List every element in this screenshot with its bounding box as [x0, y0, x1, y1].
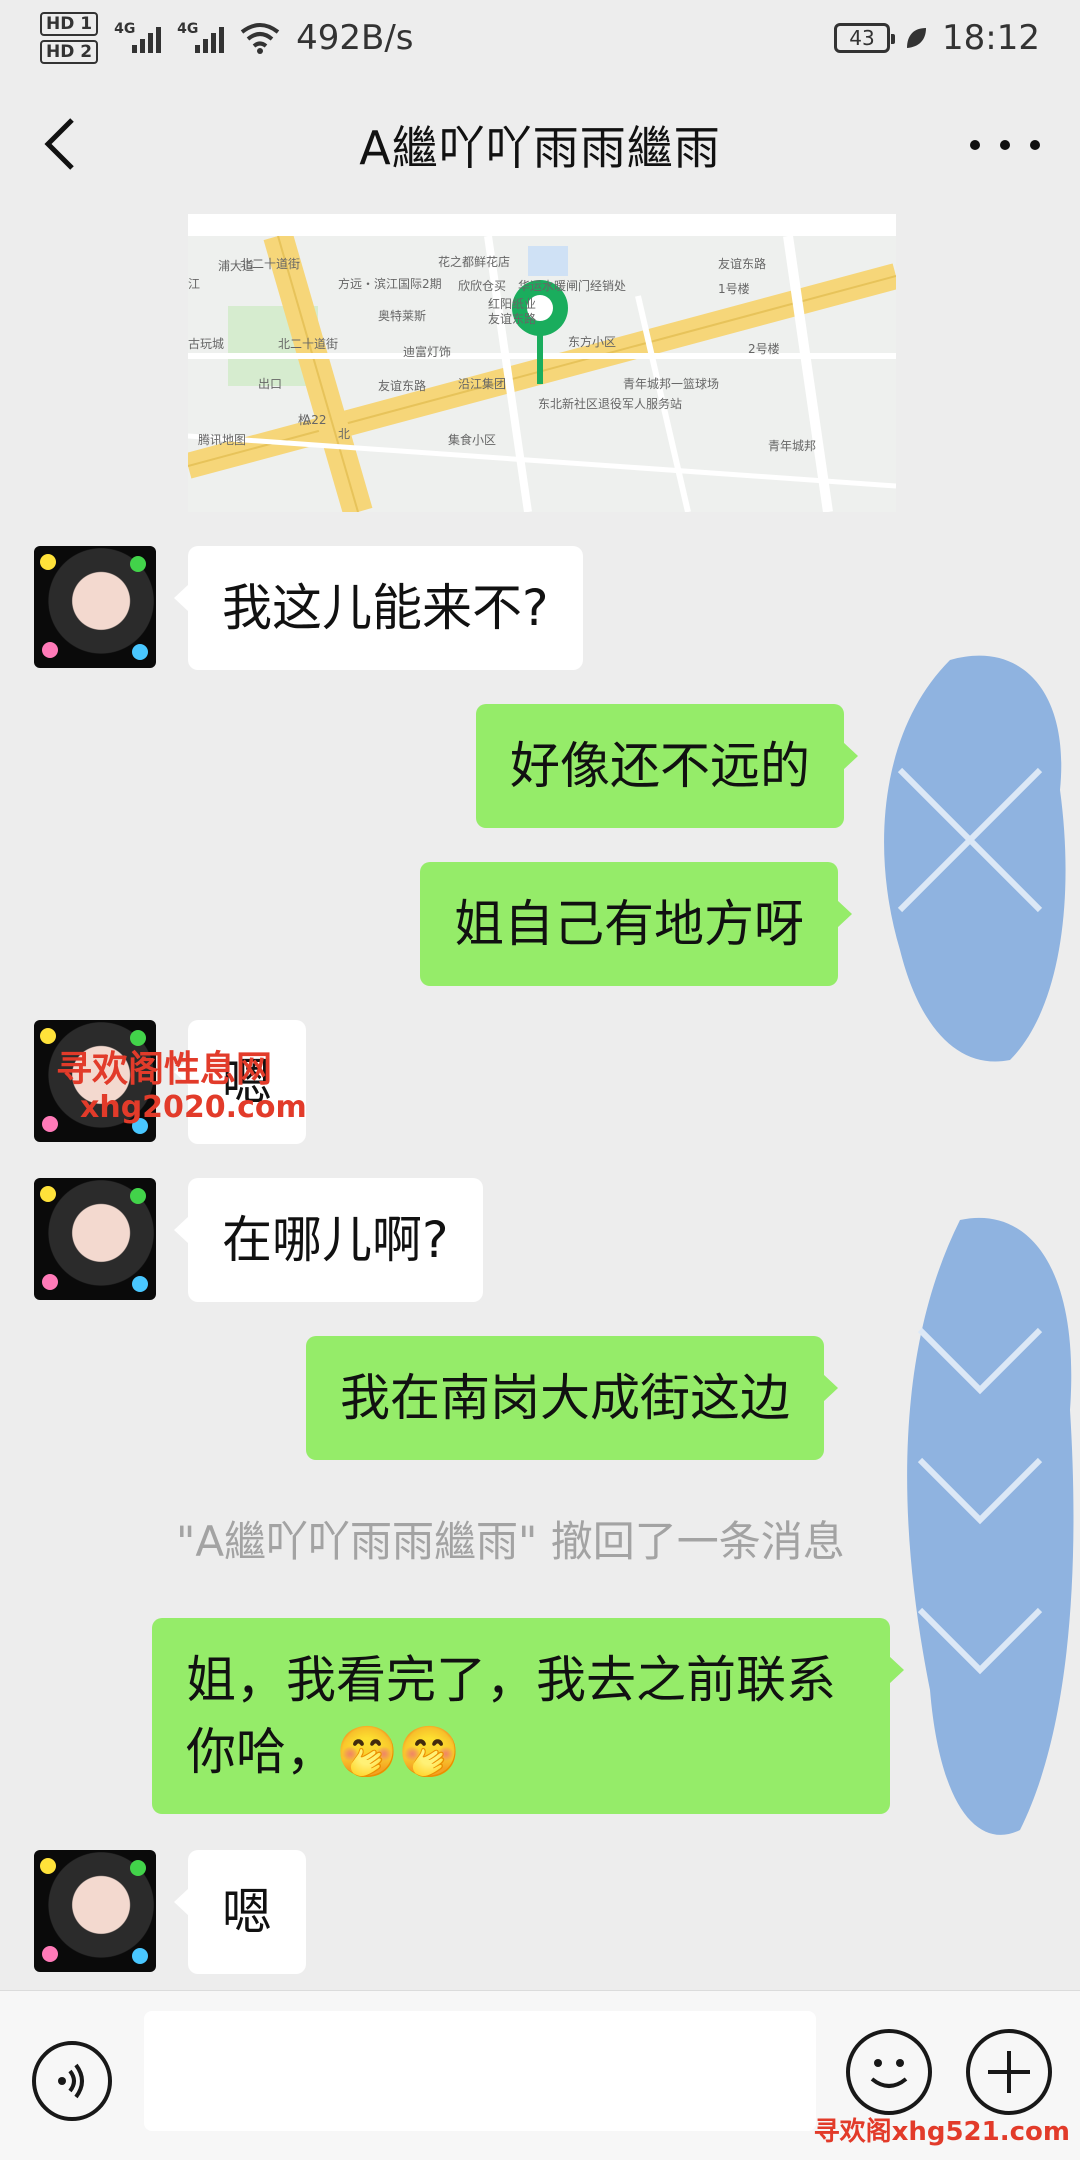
hd-indicators: HD 1 HD 2: [40, 12, 99, 64]
more-options-button[interactable]: [970, 120, 1040, 170]
map-label: 友谊东路: [378, 378, 426, 393]
network-type-2: 4G: [177, 21, 199, 37]
battery-level: 43: [849, 26, 875, 50]
plus-icon: [988, 2051, 1030, 2093]
signal-icon-sim1: 4G: [114, 21, 162, 53]
map-label: 2号楼: [748, 341, 780, 356]
message-bubble-outgoing[interactable]: 姐，我看完了，我去之前联系你哈，🤭🤭: [152, 1618, 904, 1814]
map-label: 奥特莱斯: [378, 308, 426, 323]
network-type-1: 4G: [114, 21, 136, 37]
map-label: 出口: [258, 377, 282, 391]
censor-scribble: [907, 1217, 1074, 1835]
watermark-url: xhg2020.com: [80, 1090, 307, 1125]
battery-icon: 43: [834, 23, 896, 53]
map-image: 花之都鲜花店方远・滨江国际2期 欣欣仓买 华运水暖闸门经销处红阳纸业奥特莱斯迪富灯饰…: [188, 236, 896, 512]
avatar[interactable]: [34, 1178, 156, 1300]
voice-button[interactable]: [32, 2041, 112, 2121]
map-label: A22: [303, 413, 326, 427]
map-label: 欣欣仓买: [458, 279, 506, 293]
more-dot-icon: [1000, 140, 1010, 150]
status-left: HD 1 HD 2 4G 4G 492B/s: [40, 12, 413, 64]
map-label: 浦大道: [218, 259, 254, 273]
map-label: 东北新社区退役军人服务站: [538, 396, 682, 411]
message-bubble-incoming[interactable]: 嗯: [174, 1850, 306, 1974]
clock: 18:12: [942, 18, 1040, 58]
voice-icon: [58, 2063, 84, 2099]
map-label: 友谊东路: [718, 256, 766, 271]
signal-icon-sim2: 4G: [177, 21, 225, 53]
map-label: 青年城邦一篮球场: [623, 376, 719, 391]
map-label: 1号楼: [718, 281, 750, 296]
map-label: 北: [338, 427, 350, 441]
map-label: 华运水暖闸门经销处: [518, 278, 626, 293]
chat-header: A繼吖吖雨雨繼雨: [0, 90, 1080, 200]
map-label: 友谊东路: [488, 311, 536, 326]
map-label: 沿江集团: [458, 376, 506, 391]
map-label: 江: [188, 277, 200, 291]
avatar[interactable]: [34, 546, 156, 668]
network-speed: 492B/s: [296, 18, 414, 58]
location-map-card[interactable]: 花之都鲜花店方远・滨江国际2期 欣欣仓买 华运水暖闸门经销处红阳纸业奥特莱斯迪富灯饰…: [188, 214, 896, 512]
map-label: 花之都鲜花店: [438, 254, 510, 269]
map-label: 红阳纸业: [488, 296, 536, 311]
map-label: 北二十道街: [278, 337, 338, 351]
message-bubble-incoming[interactable]: 在哪儿啊?: [174, 1178, 483, 1302]
map-label: 集食小区: [448, 432, 496, 447]
leaf-icon: [907, 28, 927, 48]
more-dot-icon: [970, 140, 980, 150]
more-functions-button[interactable]: [966, 2029, 1052, 2115]
chevron-left-icon: [44, 118, 74, 170]
wifi-icon: [240, 23, 280, 54]
status-right: 43 18:12: [834, 18, 1040, 58]
message-bubble-incoming[interactable]: 我这儿能来不?: [174, 546, 583, 670]
chat-title: A繼吖吖雨雨繼雨: [359, 121, 721, 175]
hd1-badge: HD 1: [40, 12, 99, 36]
message-bubble-outgoing[interactable]: 好像还不远的: [476, 704, 858, 828]
map-label: 迪富灯饰: [403, 344, 451, 359]
map-label: 青年城邦: [768, 439, 816, 453]
hd2-badge: HD 2: [40, 40, 99, 64]
watermark-bottom: 寻欢阁xhg521.com: [813, 2117, 1070, 2147]
smiley-icon: [870, 2059, 908, 2088]
recall-notice: "A繼吖吖雨雨繼雨" 撤回了一条消息: [176, 1517, 845, 1566]
back-button[interactable]: [34, 114, 94, 174]
map-label: 古玩城: [188, 336, 224, 351]
emoji-button[interactable]: [846, 2029, 932, 2115]
map-label: 腾讯地图: [198, 432, 246, 447]
message-input[interactable]: [144, 2011, 816, 2131]
message-bubble-outgoing[interactable]: 我在南岗大成街这边: [306, 1336, 838, 1460]
message-bubble-outgoing[interactable]: 姐自己有地方呀: [420, 862, 852, 986]
status-bar: HD 1 HD 2 4G 4G 492B/s 43 18:12: [0, 0, 1080, 76]
more-dot-icon: [1030, 140, 1040, 150]
censor-scribble: [884, 655, 1066, 1062]
map-label: 方远・滨江国际2期: [338, 276, 442, 291]
watermark-text: 寻欢阁性息网: [56, 1048, 273, 1090]
avatar[interactable]: [34, 1850, 156, 1972]
map-label: 东方小区: [568, 334, 616, 349]
